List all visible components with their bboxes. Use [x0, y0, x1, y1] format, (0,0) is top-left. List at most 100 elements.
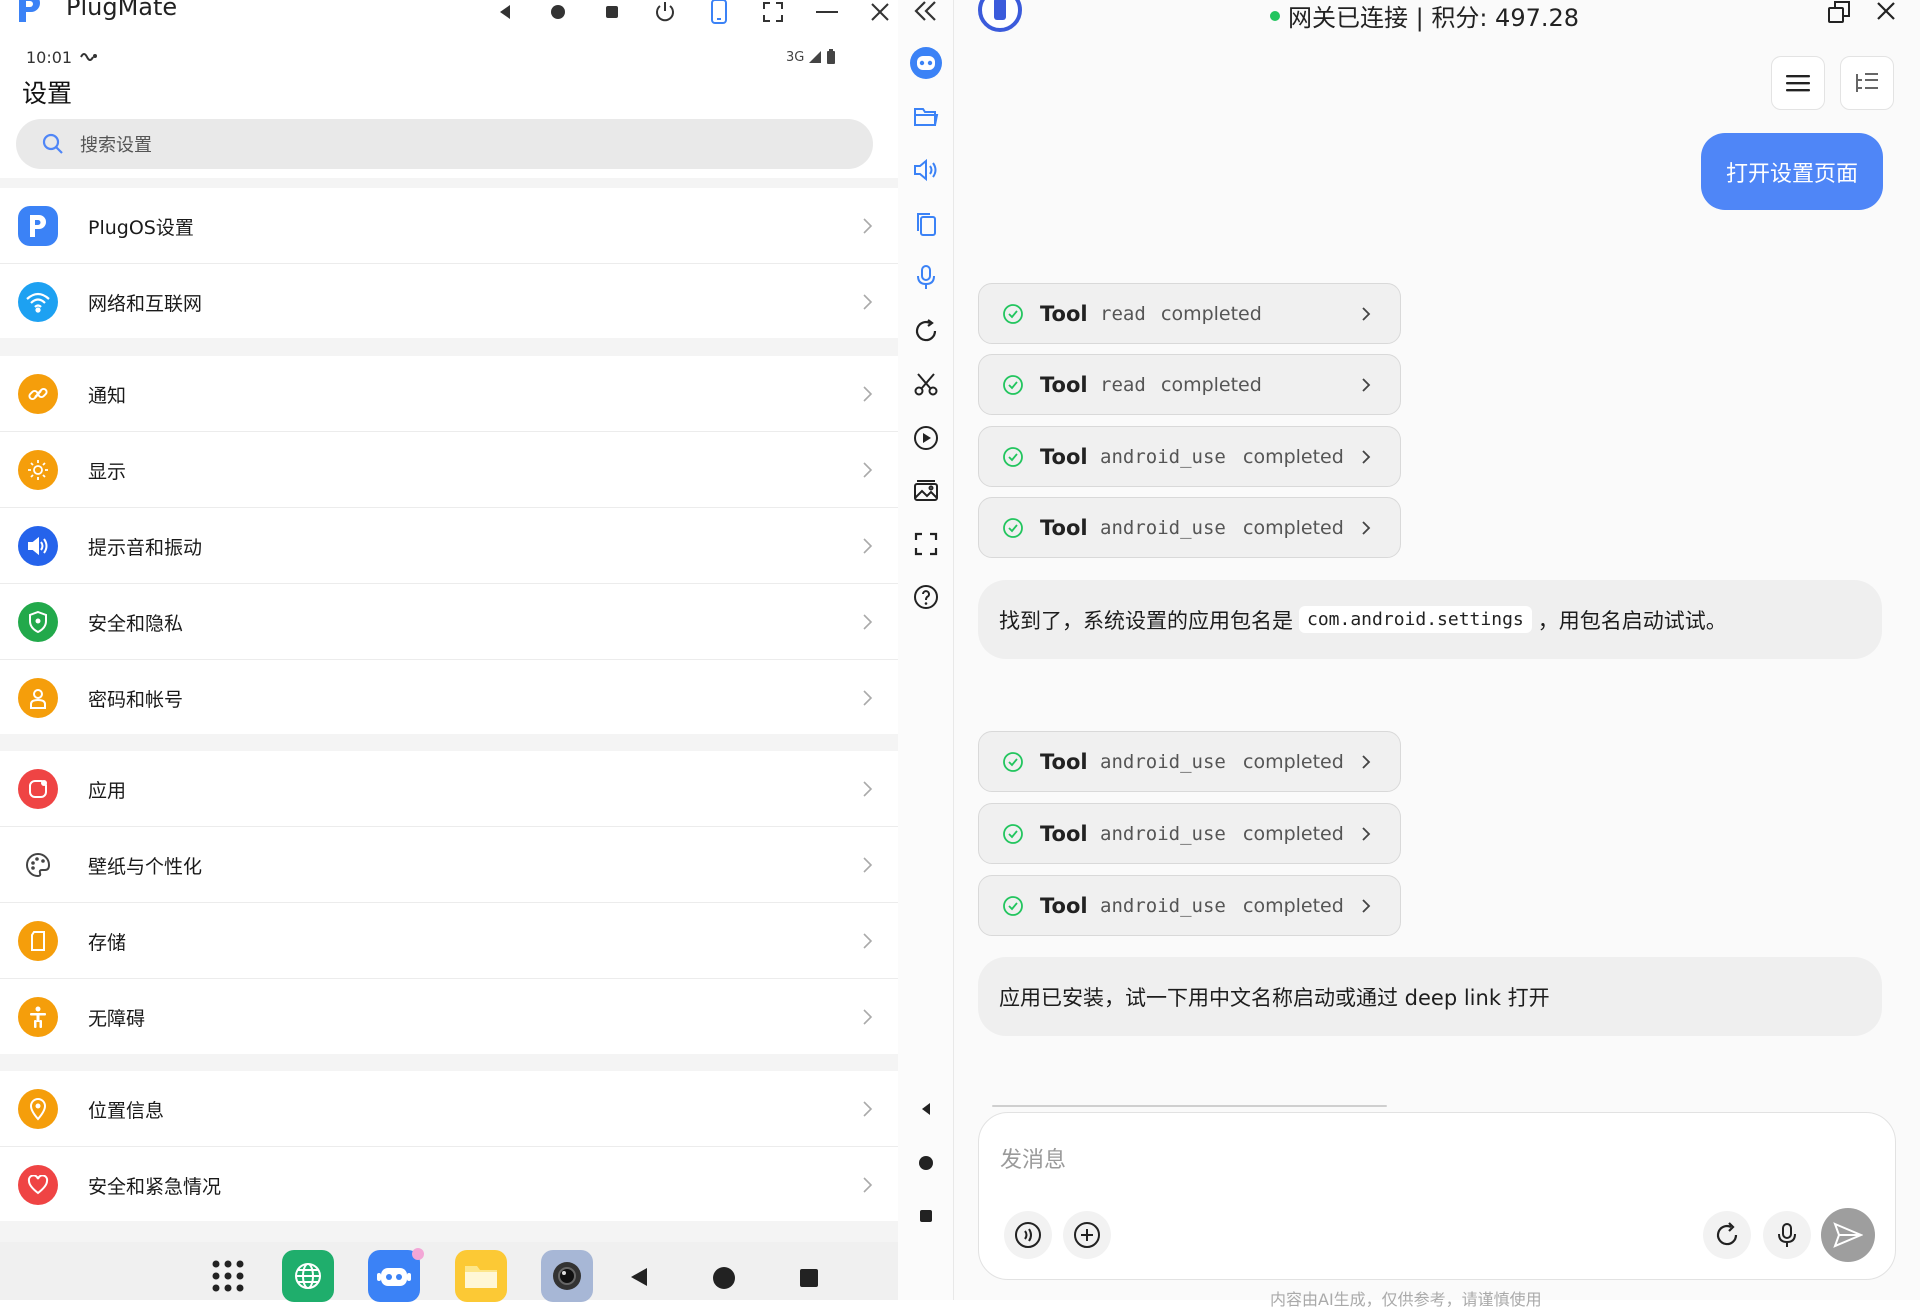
scissors-icon[interactable] [909, 367, 943, 401]
settings-item-accounts[interactable]: 密码和帐号 [0, 660, 898, 736]
image-gallery-icon[interactable] [909, 474, 943, 508]
phone-navbar [0, 1242, 898, 1300]
collapse-left-icon[interactable] [909, 0, 943, 28]
tool-call-card[interactable]: Tool android_use completed [978, 731, 1401, 792]
help-question-icon[interactable] [909, 580, 943, 614]
voice-wave-icon[interactable] [1004, 1211, 1052, 1259]
clipboard-copy-icon[interactable] [909, 207, 943, 241]
tool-call-card[interactable]: Tool android_use completed [978, 497, 1401, 558]
settings-item-security[interactable]: 安全和隐私 [0, 584, 898, 660]
message-input[interactable]: 发消息 [1000, 1142, 1066, 1174]
tool-call-card[interactable]: Tool android_use completed [978, 875, 1401, 936]
add-plus-icon[interactable] [1063, 1211, 1111, 1259]
power-icon[interactable] [648, 0, 682, 25]
settings-item-label: 提示音和振动 [88, 536, 203, 559]
robot-app-icon[interactable] [368, 1250, 420, 1302]
notification-icon [18, 374, 58, 414]
settings-item-network[interactable]: 网络和互联网 [0, 264, 898, 340]
sound-icon [18, 526, 58, 566]
minimize-icon[interactable] [810, 0, 844, 25]
browser-globe-icon[interactable] [282, 1250, 334, 1302]
plugos-icon [18, 206, 58, 246]
tool-name: android_use [1100, 445, 1226, 468]
files-folder-icon[interactable] [455, 1250, 507, 1302]
settings-item-wallpaper[interactable]: 壁纸与个性化 [0, 827, 898, 903]
tool-label: Tool [1040, 444, 1088, 469]
send-button[interactable] [1821, 1208, 1875, 1262]
user-message: 打开设置页面 [1701, 133, 1883, 210]
mic-icon[interactable] [1763, 1211, 1811, 1259]
fullscreen-icon[interactable] [756, 0, 790, 25]
volume-icon[interactable] [909, 153, 943, 187]
palette-icon [18, 845, 58, 885]
chevron-right-icon [1362, 826, 1371, 841]
chevron-right-icon [863, 218, 873, 234]
nav-home-icon[interactable] [909, 1146, 943, 1180]
nav-recents-icon[interactable] [909, 1199, 943, 1233]
status-time: 10:01 [26, 48, 73, 67]
page-title: 设置 [22, 79, 73, 108]
chevron-right-icon [863, 294, 873, 310]
refresh-rotate-icon[interactable] [909, 314, 943, 348]
search-input[interactable]: 搜索设置 [16, 119, 873, 169]
tool-name: android_use [1100, 894, 1226, 917]
play-circle-icon[interactable] [909, 421, 943, 455]
emergency-icon [18, 1165, 58, 1205]
tool-label: Tool [1040, 821, 1088, 846]
screenshot-frame-icon[interactable] [909, 527, 943, 561]
device-avatar-icon[interactable] [978, 0, 1022, 32]
settings-item-emergency[interactable]: 安全和紧急情况 [0, 1147, 898, 1223]
phone-device-icon[interactable] [702, 0, 736, 25]
phone-back-icon[interactable] [628, 1266, 650, 1288]
nav-back-icon[interactable] [909, 1092, 943, 1126]
menu-hamburger-icon[interactable] [1771, 56, 1825, 110]
settings-item-storage[interactable]: 存储 [0, 903, 898, 979]
tool-label: Tool [1040, 893, 1088, 918]
chevron-right-icon [863, 386, 873, 402]
home-dot-icon[interactable] [541, 0, 575, 25]
tool-call-card[interactable]: Tool read completed [978, 283, 1401, 344]
tool-call-card[interactable]: Tool read completed [978, 354, 1401, 415]
tool-call-card[interactable]: Tool android_use completed [978, 426, 1401, 487]
chevron-right-icon [1362, 377, 1371, 392]
camera-app-icon[interactable] [541, 1250, 593, 1302]
settings-item-accessibility[interactable]: 无障碍 [0, 979, 898, 1055]
message-input-box[interactable] [978, 1112, 1896, 1280]
app-drawer-icon[interactable] [202, 1250, 254, 1302]
back-triangle-icon[interactable] [488, 0, 522, 25]
chevron-right-icon [1362, 754, 1371, 769]
chevron-right-icon [863, 1101, 873, 1117]
check-circle-icon [1003, 751, 1023, 772]
check-circle-icon [1003, 517, 1023, 538]
tool-name: read [1100, 302, 1146, 325]
recents-square-icon[interactable] [595, 0, 629, 25]
chevron-right-icon [863, 781, 873, 797]
tool-status: completed [1161, 373, 1262, 396]
settings-item-sound[interactable]: 提示音和振动 [0, 508, 898, 584]
tool-label: Tool [1040, 515, 1088, 540]
microphone-icon[interactable] [909, 260, 943, 294]
settings-item-apps[interactable]: 应用 [0, 751, 898, 827]
settings-item-display[interactable]: 显示 [0, 432, 898, 508]
outline-list-icon[interactable] [1840, 56, 1894, 110]
close-chat-icon[interactable] [1875, 0, 1897, 22]
folder-icon[interactable] [909, 100, 943, 134]
storage-icon [18, 921, 58, 961]
check-circle-icon [1003, 895, 1023, 916]
settings-item-label: 应用 [88, 779, 127, 802]
tool-call-card[interactable]: Tool android_use completed [978, 803, 1401, 864]
phone-recents-icon[interactable] [799, 1268, 819, 1288]
close-icon[interactable] [863, 0, 897, 25]
check-circle-icon [1003, 303, 1023, 324]
check-circle-icon [1003, 823, 1023, 844]
tool-status: completed [1243, 822, 1344, 845]
chevron-right-icon [863, 933, 873, 949]
settings-item-location[interactable]: 位置信息 [0, 1071, 898, 1147]
phone-home-icon[interactable] [712, 1266, 736, 1290]
regenerate-icon[interactable] [1703, 1211, 1751, 1259]
robot-avatar-icon[interactable] [909, 46, 943, 80]
chevron-right-icon [863, 614, 873, 630]
settings-item-notifications[interactable]: 通知 [0, 356, 898, 432]
popout-window-icon[interactable] [1827, 0, 1851, 24]
settings-item-plugos[interactable]: PlugOS设置 [0, 188, 898, 264]
